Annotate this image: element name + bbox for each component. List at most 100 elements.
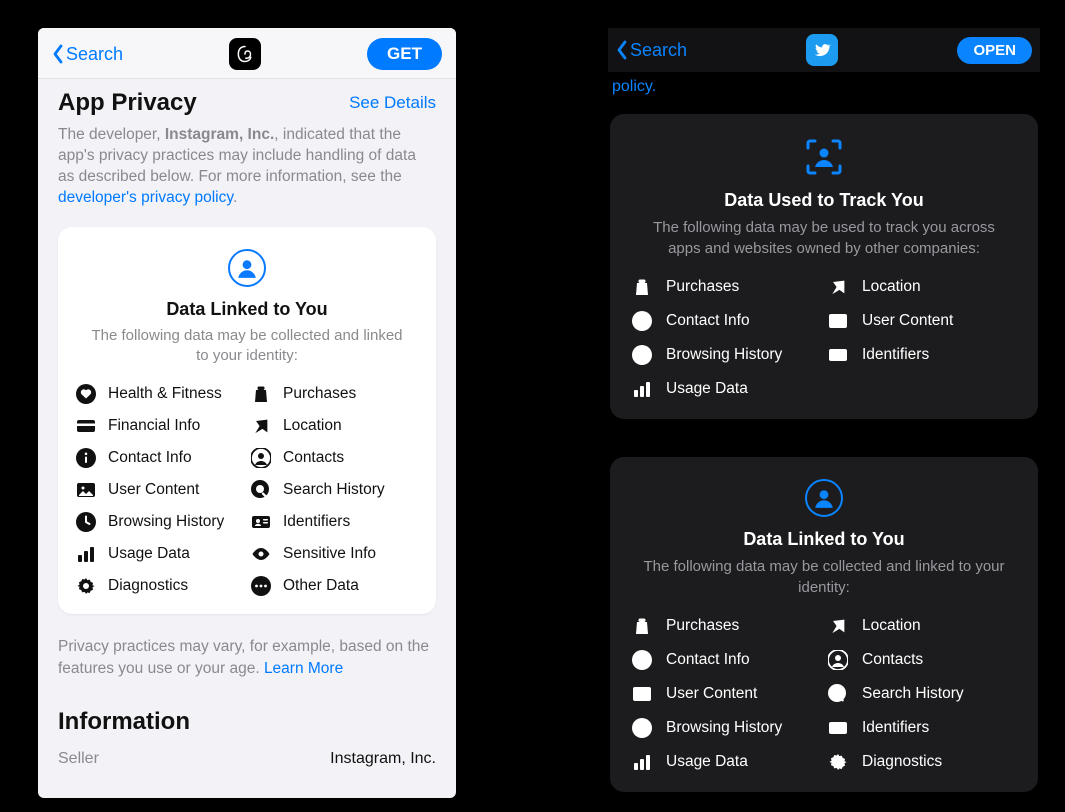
- data-item-label: Financial Info: [108, 417, 200, 435]
- search-icon: [828, 684, 848, 704]
- privacy-footnote: Privacy practices may vary, for example,…: [58, 636, 436, 679]
- person-circle-icon: [805, 479, 843, 517]
- card-subtitle: The following data may be collected and …: [624, 556, 1024, 598]
- privacy-policy-link[interactable]: policy.: [608, 72, 1040, 106]
- data-item: Purchases: [251, 384, 418, 404]
- data-item-label: Purchases: [666, 617, 739, 635]
- data-item: Search History: [251, 480, 418, 500]
- data-item: Contacts: [828, 650, 1016, 670]
- data-grid: PurchasesLocationContact InfoContactsUse…: [624, 616, 1024, 772]
- data-item-label: Identifiers: [862, 346, 929, 364]
- card-title: Data Used to Track You: [624, 190, 1024, 211]
- data-item: Search History: [828, 684, 1016, 704]
- data-item-label: Contacts: [862, 651, 923, 669]
- twitter-icon: [813, 41, 831, 59]
- data-item: User Content: [828, 311, 1016, 331]
- info-icon: [76, 448, 96, 468]
- data-item: Browsing History: [76, 512, 243, 532]
- search-icon: [251, 480, 271, 500]
- data-linked-card: Data Linked to You The following data ma…: [58, 227, 436, 615]
- app-icon-twitter[interactable]: [806, 34, 838, 66]
- card-title: Data Linked to You: [76, 299, 418, 320]
- data-item-label: Health & Fitness: [108, 385, 222, 403]
- data-item: Location: [828, 277, 1016, 297]
- data-item-label: Diagnostics: [108, 577, 188, 595]
- info-icon: [632, 311, 652, 331]
- bars-icon: [632, 379, 652, 399]
- data-item-label: Browsing History: [666, 719, 782, 737]
- data-item-label: Location: [283, 417, 342, 435]
- open-button[interactable]: OPEN: [957, 37, 1032, 64]
- privacy-policy-link[interactable]: developer's privacy policy: [58, 189, 233, 206]
- gear-icon: [76, 576, 96, 596]
- see-details-link[interactable]: See Details: [349, 93, 436, 113]
- data-item-label: User Content: [862, 312, 953, 330]
- dots-icon: [251, 576, 271, 596]
- content: App Privacy See Details The developer, I…: [38, 79, 456, 798]
- seller-label: Seller: [58, 750, 99, 768]
- person-icon: [828, 650, 848, 670]
- person-icon: [251, 448, 271, 468]
- data-item-label: Browsing History: [666, 346, 782, 364]
- data-item: Purchases: [632, 616, 820, 636]
- idcard-icon: [251, 512, 271, 532]
- chevron-left-icon: [616, 40, 628, 60]
- section-title: App Privacy: [58, 89, 197, 117]
- data-item: Browsing History: [632, 345, 820, 365]
- arrow-icon: [828, 277, 848, 297]
- data-item: Contact Info: [76, 448, 243, 468]
- clock-icon: [76, 512, 96, 532]
- heart-icon: [76, 384, 96, 404]
- privacy-description: The developer, Instagram, Inc., indicate…: [58, 125, 436, 209]
- data-grid: Health & Fitness Purchases Financial Info L…: [76, 384, 418, 596]
- data-item-label: Usage Data: [666, 380, 748, 398]
- bars-icon: [632, 752, 652, 772]
- bars-icon: [76, 544, 96, 564]
- clock-icon: [632, 718, 652, 738]
- chevron-left-icon: [52, 44, 64, 64]
- app-icon-threads[interactable]: [229, 38, 261, 70]
- data-item-label: Sensitive Info: [283, 545, 376, 563]
- data-item: User Content: [76, 480, 243, 500]
- data-grid: PurchasesLocationContact InfoUser Conten…: [624, 277, 1024, 399]
- get-button[interactable]: GET: [367, 38, 442, 70]
- desc-end: .: [233, 189, 237, 206]
- card-subtitle: The following data may be collected and …: [76, 326, 418, 367]
- arrow-icon: [251, 416, 271, 436]
- idcard-icon: [828, 718, 848, 738]
- data-item: User Content: [632, 684, 820, 704]
- bag-icon: [251, 384, 271, 404]
- image-icon: [76, 480, 96, 500]
- image-icon: [828, 311, 848, 331]
- data-item-label: User Content: [108, 481, 199, 499]
- data-item: Contact Info: [632, 311, 820, 331]
- data-item: Financial Info: [76, 416, 243, 436]
- data-item: Sensitive Info: [251, 544, 418, 564]
- open-label: OPEN: [973, 42, 1016, 59]
- data-item-label: Search History: [283, 481, 385, 499]
- phone-threads: Search GET App Privacy See Details The d…: [38, 28, 456, 798]
- back-label: Search: [630, 40, 687, 61]
- data-item: Diagnostics: [76, 576, 243, 596]
- person-circle-icon: [228, 249, 266, 287]
- gear-icon: [828, 752, 848, 772]
- data-item-label: Contact Info: [108, 449, 192, 467]
- data-item: Usage Data: [76, 544, 243, 564]
- get-label: GET: [387, 44, 422, 63]
- bag-icon: [632, 277, 652, 297]
- arrow-icon: [828, 616, 848, 636]
- data-item-label: Contact Info: [666, 651, 750, 669]
- card-subtitle: The following data may be used to track …: [624, 217, 1024, 259]
- back-button[interactable]: Search: [616, 40, 687, 61]
- desc-pre: The developer,: [58, 126, 165, 143]
- card-icon: [76, 416, 96, 436]
- clock-icon: [632, 345, 652, 365]
- footnote-text: Privacy practices may vary, for example,…: [58, 638, 429, 677]
- data-item: Other Data: [251, 576, 418, 596]
- data-item-label: Search History: [862, 685, 964, 703]
- data-item-label: Identifiers: [283, 513, 350, 531]
- learn-more-link[interactable]: Learn More: [264, 660, 343, 677]
- back-button[interactable]: Search: [52, 44, 123, 65]
- data-item: Identifiers: [251, 512, 418, 532]
- idcard-icon: [828, 345, 848, 365]
